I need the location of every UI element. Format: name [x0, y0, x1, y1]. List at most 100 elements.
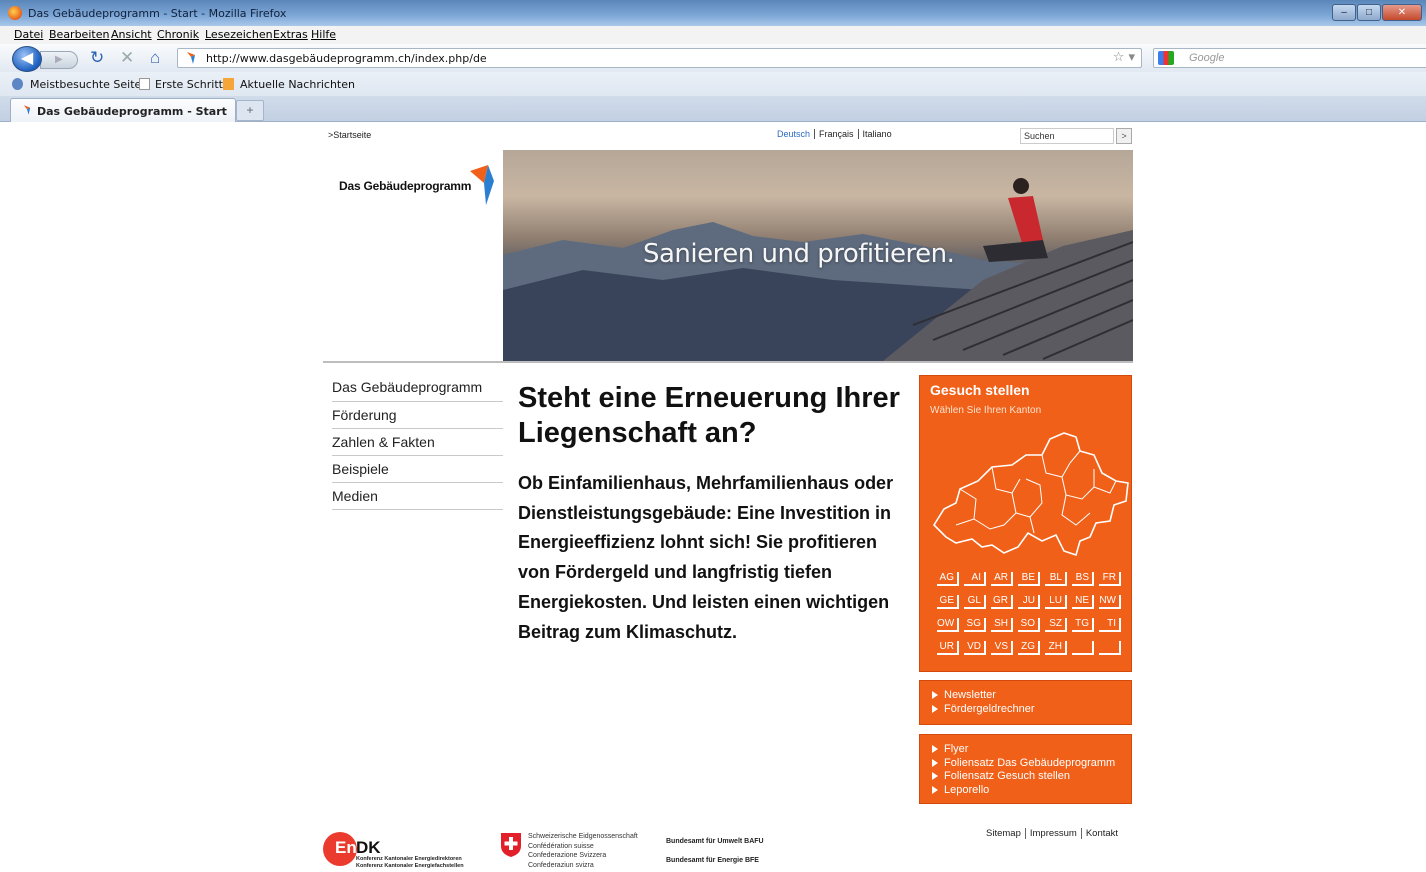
bookmark-meistbesuchte[interactable]: Meistbesuchte Seiten	[30, 78, 148, 91]
home-icon[interactable]: ⌂	[150, 49, 160, 67]
canton-sg[interactable]: SG	[964, 618, 986, 632]
gesuch-subtitle: Wählen Sie Ihren Kanton	[930, 405, 1042, 416]
confederation-text: Schweizerische Eidgenossenschaft Confédé…	[528, 833, 638, 869]
reload-icon[interactable]: ↻	[90, 49, 104, 67]
canton-be[interactable]: BE	[1018, 572, 1040, 586]
menu-hilfe[interactable]: Hilfe	[311, 28, 336, 41]
menu-lesezeichen[interactable]: Lesezeichen	[205, 28, 273, 41]
canton-ar[interactable]: AR	[991, 572, 1013, 586]
web-search-box[interactable]: Google	[1153, 48, 1426, 68]
window-titlebar: Das Gebäudeprogramm - Start - Mozilla Fi…	[0, 0, 1426, 26]
link-leporello[interactable]: Leporello	[930, 784, 1115, 798]
bookmark-aktuelle-nachrichten[interactable]: Aktuelle Nachrichten	[240, 78, 355, 91]
canton-empty	[1099, 641, 1121, 655]
link-foliensatz-programm[interactable]: Foliensatz Das Gebäudeprogramm	[930, 757, 1115, 771]
canton-zh[interactable]: ZH	[1045, 641, 1067, 655]
minimize-button[interactable]: –	[1332, 4, 1356, 21]
canton-gl[interactable]: GL	[964, 595, 986, 609]
endk-logo[interactable]: En DK Konferenz Kantonaler Energiedirekt…	[323, 832, 483, 872]
firefox-icon	[8, 6, 22, 20]
menu-bar: Datei Bearbeiten Ansicht Chronik Lesezei…	[0, 26, 1426, 44]
nav-item-zahlen-fakten[interactable]: Zahlen & Fakten	[332, 429, 503, 456]
link-newsletter[interactable]: Newsletter	[930, 689, 1035, 703]
arrow-right-icon	[932, 691, 938, 699]
canton-sh[interactable]: SH	[991, 618, 1013, 632]
canton-gr[interactable]: GR	[991, 595, 1013, 609]
site-favicon	[187, 52, 195, 64]
gesuch-panel: Gesuch stellen Wählen Sie Ihren Kanton A…	[919, 375, 1132, 672]
canton-ow[interactable]: OW	[937, 618, 959, 632]
forward-button[interactable]: ▶	[40, 51, 78, 69]
canton-vs[interactable]: VS	[991, 641, 1013, 655]
nav-item-beispiele[interactable]: Beispiele	[332, 456, 503, 483]
canton-tg[interactable]: TG	[1072, 618, 1094, 632]
canton-ur[interactable]: UR	[937, 641, 959, 655]
tab-title: Das Gebäudeprogramm - Start	[37, 105, 227, 118]
menu-chronik[interactable]: Chronik	[157, 28, 199, 41]
canton-bs[interactable]: BS	[1072, 572, 1094, 586]
canton-so[interactable]: SO	[1018, 618, 1040, 632]
link-flyer[interactable]: Flyer	[930, 743, 1115, 757]
url-text: http://www.dasgebäudeprogramm.ch/index.p…	[206, 52, 487, 65]
navigation-toolbar: ▶ ◀ ↻ ✕ ⌂ http://www.dasgebäudeprogramm.…	[0, 44, 1426, 72]
canton-bl[interactable]: BL	[1045, 572, 1067, 586]
arrow-right-icon	[932, 758, 938, 767]
url-bar[interactable]: http://www.dasgebäudeprogramm.ch/index.p…	[177, 48, 1142, 68]
menu-extras[interactable]: Extras	[273, 28, 308, 41]
rss-icon	[223, 78, 234, 90]
hero-tagline: Sanieren und profitieren.	[643, 239, 955, 269]
footer-sitemap[interactable]: Sitemap	[986, 828, 1026, 839]
canton-sz[interactable]: SZ	[1045, 618, 1067, 632]
canton-grid: AG AI AR BE BL BS FR GE GL GR JU LU NE NW OW SG SH SO SZ TG…	[937, 572, 1126, 655]
canton-ne[interactable]: NE	[1072, 595, 1094, 609]
nav-item-gebaeudeprogramm[interactable]: Das Gebäudeprogramm	[332, 375, 503, 402]
canton-ag[interactable]: AG	[937, 572, 959, 586]
maximize-button[interactable]: □	[1357, 4, 1381, 21]
site-search-button[interactable]: >	[1116, 128, 1132, 144]
menu-ansicht[interactable]: Ansicht	[111, 28, 152, 41]
site-logo-text[interactable]: Das Gebäudeprogramm	[339, 179, 471, 193]
window-title: Das Gebäudeprogramm - Start - Mozilla Fi…	[28, 7, 287, 20]
bookmark-erste-schritte[interactable]: Erste Schritte	[155, 78, 230, 91]
canton-lu[interactable]: LU	[1045, 595, 1067, 609]
nav-item-medien[interactable]: Medien	[332, 483, 503, 510]
menu-datei[interactable]: Datei	[14, 28, 43, 41]
page-icon	[139, 78, 150, 90]
site-search-input[interactable]: Suchen	[1020, 128, 1114, 144]
switzerland-map[interactable]	[930, 429, 1130, 559]
canton-ge[interactable]: GE	[937, 595, 959, 609]
arrow-right-icon	[932, 772, 938, 780]
back-button[interactable]: ◀	[12, 46, 42, 72]
lang-italiano[interactable]: Italiano	[859, 129, 896, 139]
breadcrumb[interactable]: >Startseite	[328, 130, 371, 140]
canton-zg[interactable]: ZG	[1018, 641, 1040, 655]
footer-links: Sitemap Impressum Kontakt	[986, 828, 1122, 839]
bookmark-star-icon[interactable]: ☆ ▾	[1113, 50, 1135, 65]
header-divider	[323, 361, 1133, 363]
service-links-panel: Newsletter Fördergeldrechner	[919, 680, 1132, 725]
lang-francais[interactable]: Français	[815, 129, 859, 139]
new-tab-button[interactable]: +	[236, 100, 264, 121]
stop-icon[interactable]: ✕	[120, 49, 134, 67]
canton-ai[interactable]: AI	[964, 572, 986, 586]
footer-kontakt[interactable]: Kontakt	[1082, 828, 1122, 839]
tab-active[interactable]: Das Gebäudeprogramm - Start	[10, 98, 236, 122]
lang-deutsch[interactable]: Deutsch	[777, 129, 816, 139]
main-navigation: Das Gebäudeprogramm Förderung Zahlen & F…	[332, 375, 503, 510]
canton-ju[interactable]: JU	[1018, 595, 1040, 609]
canton-nw[interactable]: NW	[1099, 595, 1121, 609]
web-search-placeholder: Google	[1189, 52, 1225, 64]
canton-ti[interactable]: TI	[1099, 618, 1121, 632]
federal-offices: Bundesamt für Umwelt BAFU Bundesamt für …	[666, 832, 764, 870]
canton-vd[interactable]: VD	[964, 641, 986, 655]
menu-bearbeiten[interactable]: Bearbeiten	[49, 28, 109, 41]
download-links-panel: Flyer Foliensatz Das Gebäudeprogramm Fol…	[919, 734, 1132, 804]
canton-fr[interactable]: FR	[1099, 572, 1121, 586]
footer-impressum[interactable]: Impressum	[1025, 828, 1082, 839]
window-controls: – □ ✕	[1331, 4, 1422, 21]
close-button[interactable]: ✕	[1382, 4, 1422, 21]
nav-item-foerderung[interactable]: Förderung	[332, 402, 503, 429]
link-foliensatz-gesuch[interactable]: Foliensatz Gesuch stellen	[930, 770, 1115, 784]
logo-mark-icon	[470, 165, 494, 205]
link-foerdergeldrechner[interactable]: Fördergeldrechner	[930, 703, 1035, 717]
